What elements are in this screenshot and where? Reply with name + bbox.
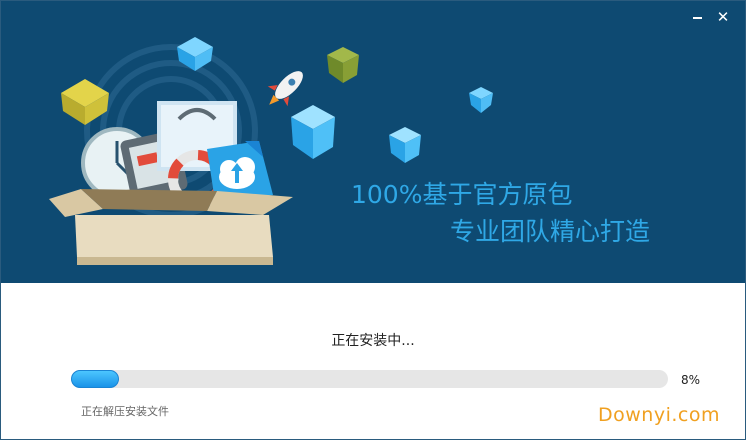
minimize-button[interactable] xyxy=(688,7,708,27)
install-detail: 正在解压安装文件 xyxy=(81,405,169,418)
banner: ✕ 100%基于官方原包 专业团队精心打造 xyxy=(1,1,745,283)
minimize-icon xyxy=(693,17,702,19)
installer-window: ✕ 100%基于官方原包 专业团队精心打造 正在安装中... 8% 正在解压安装… xyxy=(0,0,746,440)
small-cube-icon xyxy=(469,87,493,113)
rocket-icon xyxy=(267,71,303,107)
close-icon: ✕ xyxy=(716,8,730,26)
open-box-icon xyxy=(49,189,293,265)
slogan-line-2: 专业团队精心打造 xyxy=(450,217,651,246)
green-cube-icon xyxy=(327,47,359,83)
close-button[interactable]: ✕ xyxy=(713,7,733,27)
progress-bar xyxy=(71,370,668,388)
medium-cube-icon xyxy=(291,105,335,159)
progress-fill xyxy=(71,370,119,388)
install-status: 正在安装中... xyxy=(331,333,415,349)
right-cube-icon xyxy=(389,127,421,163)
progress-percent: 8% xyxy=(681,373,701,387)
slogan-line-1: 100%基于官方原包 xyxy=(351,180,573,209)
watermark: Downyi.com xyxy=(598,404,720,426)
